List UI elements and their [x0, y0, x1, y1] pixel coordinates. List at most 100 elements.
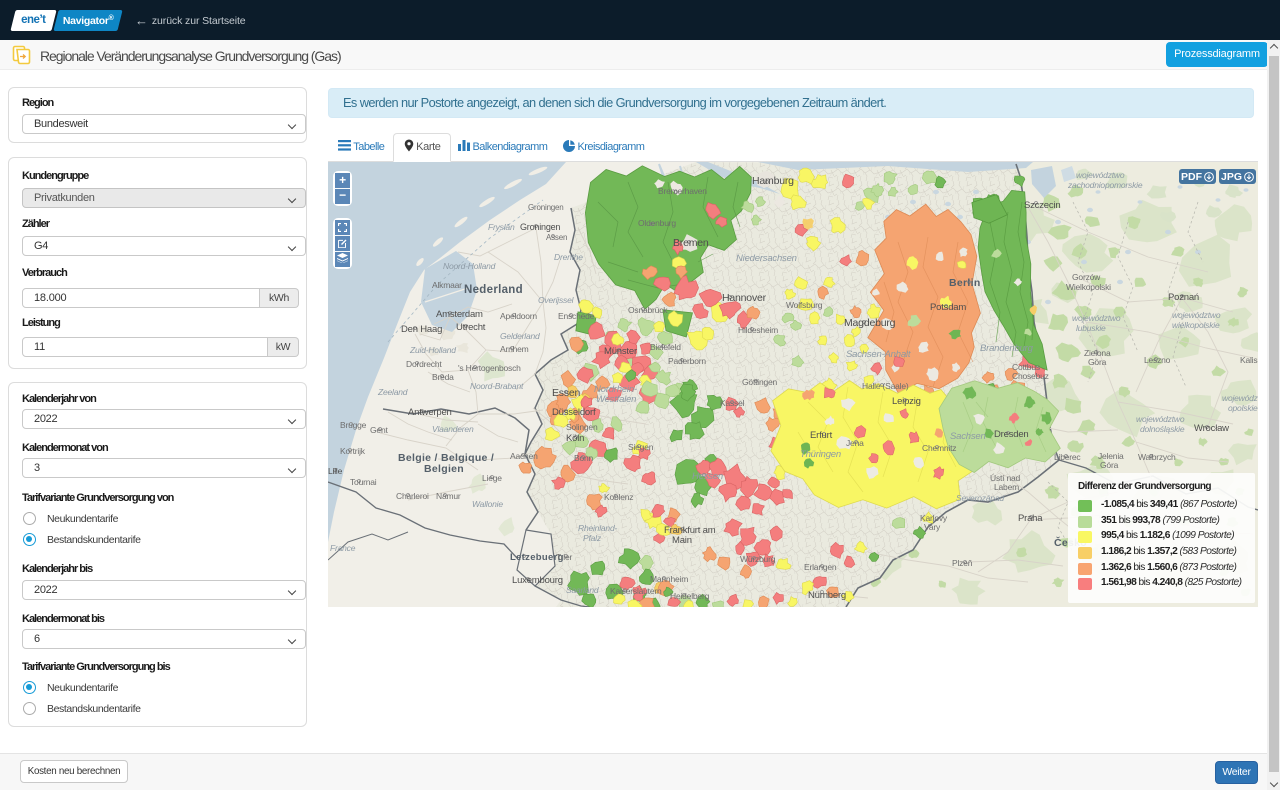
svg-text:Dordrecht: Dordrecht — [406, 359, 442, 369]
svg-text:Groningen: Groningen — [528, 203, 564, 212]
svg-text:Noord-Holland: Noord-Holland — [443, 261, 496, 271]
svg-text:Wielkopolski: Wielkopolski — [1066, 282, 1111, 292]
svg-text:Arnhem: Arnhem — [500, 344, 529, 354]
svg-text:województwo: województwo — [1136, 414, 1185, 424]
svg-text:dolnośląskie: dolnośląskie — [1140, 424, 1185, 434]
svg-text:Szczecin: Szczecin — [1024, 200, 1060, 211]
svg-text:wielkopolskie: wielkopolskie — [1172, 320, 1220, 330]
svg-text:Erlangen: Erlangen — [804, 562, 837, 572]
svg-text:Trier: Trier — [556, 552, 573, 562]
svg-text:Hamburg: Hamburg — [752, 175, 794, 187]
svg-text:Vlaanderen: Vlaanderen — [432, 424, 474, 434]
svg-text:Bonn: Bonn — [574, 453, 594, 463]
svg-text:Hildesheim: Hildesheim — [738, 325, 778, 335]
svg-text:Severozápad: Severozápad — [956, 493, 1004, 503]
svg-text:Dresden: Dresden — [994, 429, 1029, 440]
svg-text:Enschede: Enschede — [558, 311, 595, 321]
svg-text:Kortrijk: Kortrijk — [340, 446, 366, 456]
svg-text:Göttingen: Göttingen — [742, 377, 778, 387]
svg-text:Saarland: Saarland — [566, 585, 599, 595]
svg-text:Vary: Vary — [924, 522, 941, 532]
svg-text:Kalis: Kalis — [1240, 355, 1257, 365]
svg-text:Liberec: Liberec — [1054, 452, 1081, 462]
svg-text:Potsdam: Potsdam — [930, 302, 966, 313]
svg-text:Plzeň: Plzeň — [952, 558, 973, 568]
svg-text:Koblenz: Koblenz — [604, 492, 633, 502]
svg-text:Wałbrzych: Wałbrzych — [1138, 452, 1176, 462]
svg-text:Bremerhaven: Bremerhaven — [658, 186, 707, 196]
svg-text:Groningen: Groningen — [520, 222, 560, 232]
svg-text:Chemnitz: Chemnitz — [922, 443, 956, 453]
svg-text:Halle (Saale): Halle (Saale) — [862, 381, 909, 391]
svg-text:Oldenburg: Oldenburg — [638, 218, 676, 228]
svg-text:Solingen: Solingen — [566, 422, 598, 432]
svg-text:France: France — [330, 543, 356, 553]
svg-text:Brugge: Brugge — [340, 420, 367, 430]
svg-text:Liege: Liege — [482, 473, 502, 483]
svg-text:Praha: Praha — [1018, 513, 1043, 524]
svg-text:Sachsen-Anhalt: Sachsen-Anhalt — [846, 349, 911, 360]
svg-text:Münster: Münster — [604, 346, 637, 357]
svg-text:Brandenburg: Brandenburg — [980, 343, 1034, 354]
svg-text:Würzburg: Würzburg — [740, 554, 776, 564]
svg-text:Góra: Góra — [1088, 357, 1107, 367]
svg-text:Noord-Brabant: Noord-Brabant — [470, 381, 524, 391]
svg-text:Namur: Namur — [436, 491, 461, 501]
svg-text:Hannover: Hannover — [722, 292, 767, 304]
svg-text:Jena: Jena — [846, 438, 864, 448]
svg-text:Pfalz: Pfalz — [583, 533, 602, 543]
svg-text:Aachen: Aachen — [510, 451, 538, 461]
svg-text:lubuskie: lubuskie — [1076, 323, 1106, 333]
svg-text:Hessen: Hessen — [692, 471, 723, 482]
svg-text:Rheinland-: Rheinland- — [578, 523, 617, 533]
svg-text:województwo: województwo — [1072, 313, 1121, 323]
svg-text:Belgien: Belgien — [424, 463, 464, 475]
svg-text:Bielefeld: Bielefeld — [650, 342, 681, 352]
svg-text:Antwerpen: Antwerpen — [408, 407, 452, 418]
svg-text:Magdeburg: Magdeburg — [844, 317, 896, 329]
svg-text:Heidelberg: Heidelberg — [670, 591, 710, 601]
svg-text:Köln: Köln — [566, 433, 584, 444]
svg-text:Kaiserslautern: Kaiserslautern — [610, 586, 662, 596]
svg-text:Labem: Labem — [994, 482, 1019, 492]
svg-text:zachodniopomorskie: zachodniopomorskie — [1067, 180, 1143, 190]
svg-text:Leszno: Leszno — [1144, 355, 1171, 365]
svg-text:województwo: województwo — [1172, 310, 1221, 320]
svg-text:Fryslân: Fryslân — [488, 222, 515, 232]
svg-text:Chosebuz: Chosebuz — [1012, 371, 1049, 381]
svg-text:Leipzig: Leipzig — [892, 396, 921, 407]
svg-text:wojewódz.: wojewódz. — [1222, 393, 1258, 403]
svg-text:Düsseldorf: Düsseldorf — [552, 407, 596, 418]
svg-text:Amsterdam: Amsterdam — [436, 309, 483, 320]
svg-text:Tournai: Tournai — [350, 477, 377, 487]
svg-text:Gelderland: Gelderland — [500, 331, 540, 341]
svg-text:województwo: województwo — [1076, 170, 1125, 180]
svg-text:'s Hertogenbosch: 's Hertogenbosch — [458, 363, 521, 373]
svg-text:Bremen: Bremen — [673, 237, 709, 249]
svg-text:Apeldoorn: Apeldoorn — [500, 311, 537, 321]
svg-text:Poznań: Poznań — [1168, 292, 1199, 303]
svg-text:Main: Main — [672, 535, 692, 546]
svg-text:Luxembourg: Luxembourg — [512, 575, 563, 586]
svg-text:Niedersachsen: Niedersachsen — [736, 253, 797, 264]
svg-text:Den Haag: Den Haag — [401, 324, 442, 335]
svg-text:Góra: Góra — [1100, 460, 1119, 470]
svg-text:Sachsen: Sachsen — [950, 431, 986, 442]
svg-text:Charleroi: Charleroi — [396, 491, 429, 501]
svg-text:Zeeland: Zeeland — [377, 387, 408, 397]
svg-text:Gorzów: Gorzów — [1072, 272, 1101, 282]
svg-text:Essen: Essen — [552, 387, 581, 399]
svg-text:Wrocław: Wrocław — [1194, 423, 1229, 434]
svg-text:Overijssel: Overijssel — [538, 295, 575, 305]
svg-text:Paderborn: Paderborn — [668, 356, 706, 366]
svg-text:Erfurt: Erfurt — [810, 430, 833, 441]
svg-text:opolskie: opolskie — [1228, 403, 1258, 413]
svg-text:Gent: Gent — [370, 425, 388, 435]
svg-text:Nederland: Nederland — [464, 284, 523, 296]
svg-text:Lille: Lille — [328, 466, 343, 476]
svg-text:Siegen: Siegen — [628, 442, 654, 452]
svg-text:Drenthe: Drenthe — [554, 252, 583, 262]
svg-text:Breda: Breda — [432, 372, 454, 382]
svg-text:Berlin: Berlin — [949, 277, 981, 289]
svg-text:Zuid-Holland: Zuid-Holland — [409, 345, 456, 355]
